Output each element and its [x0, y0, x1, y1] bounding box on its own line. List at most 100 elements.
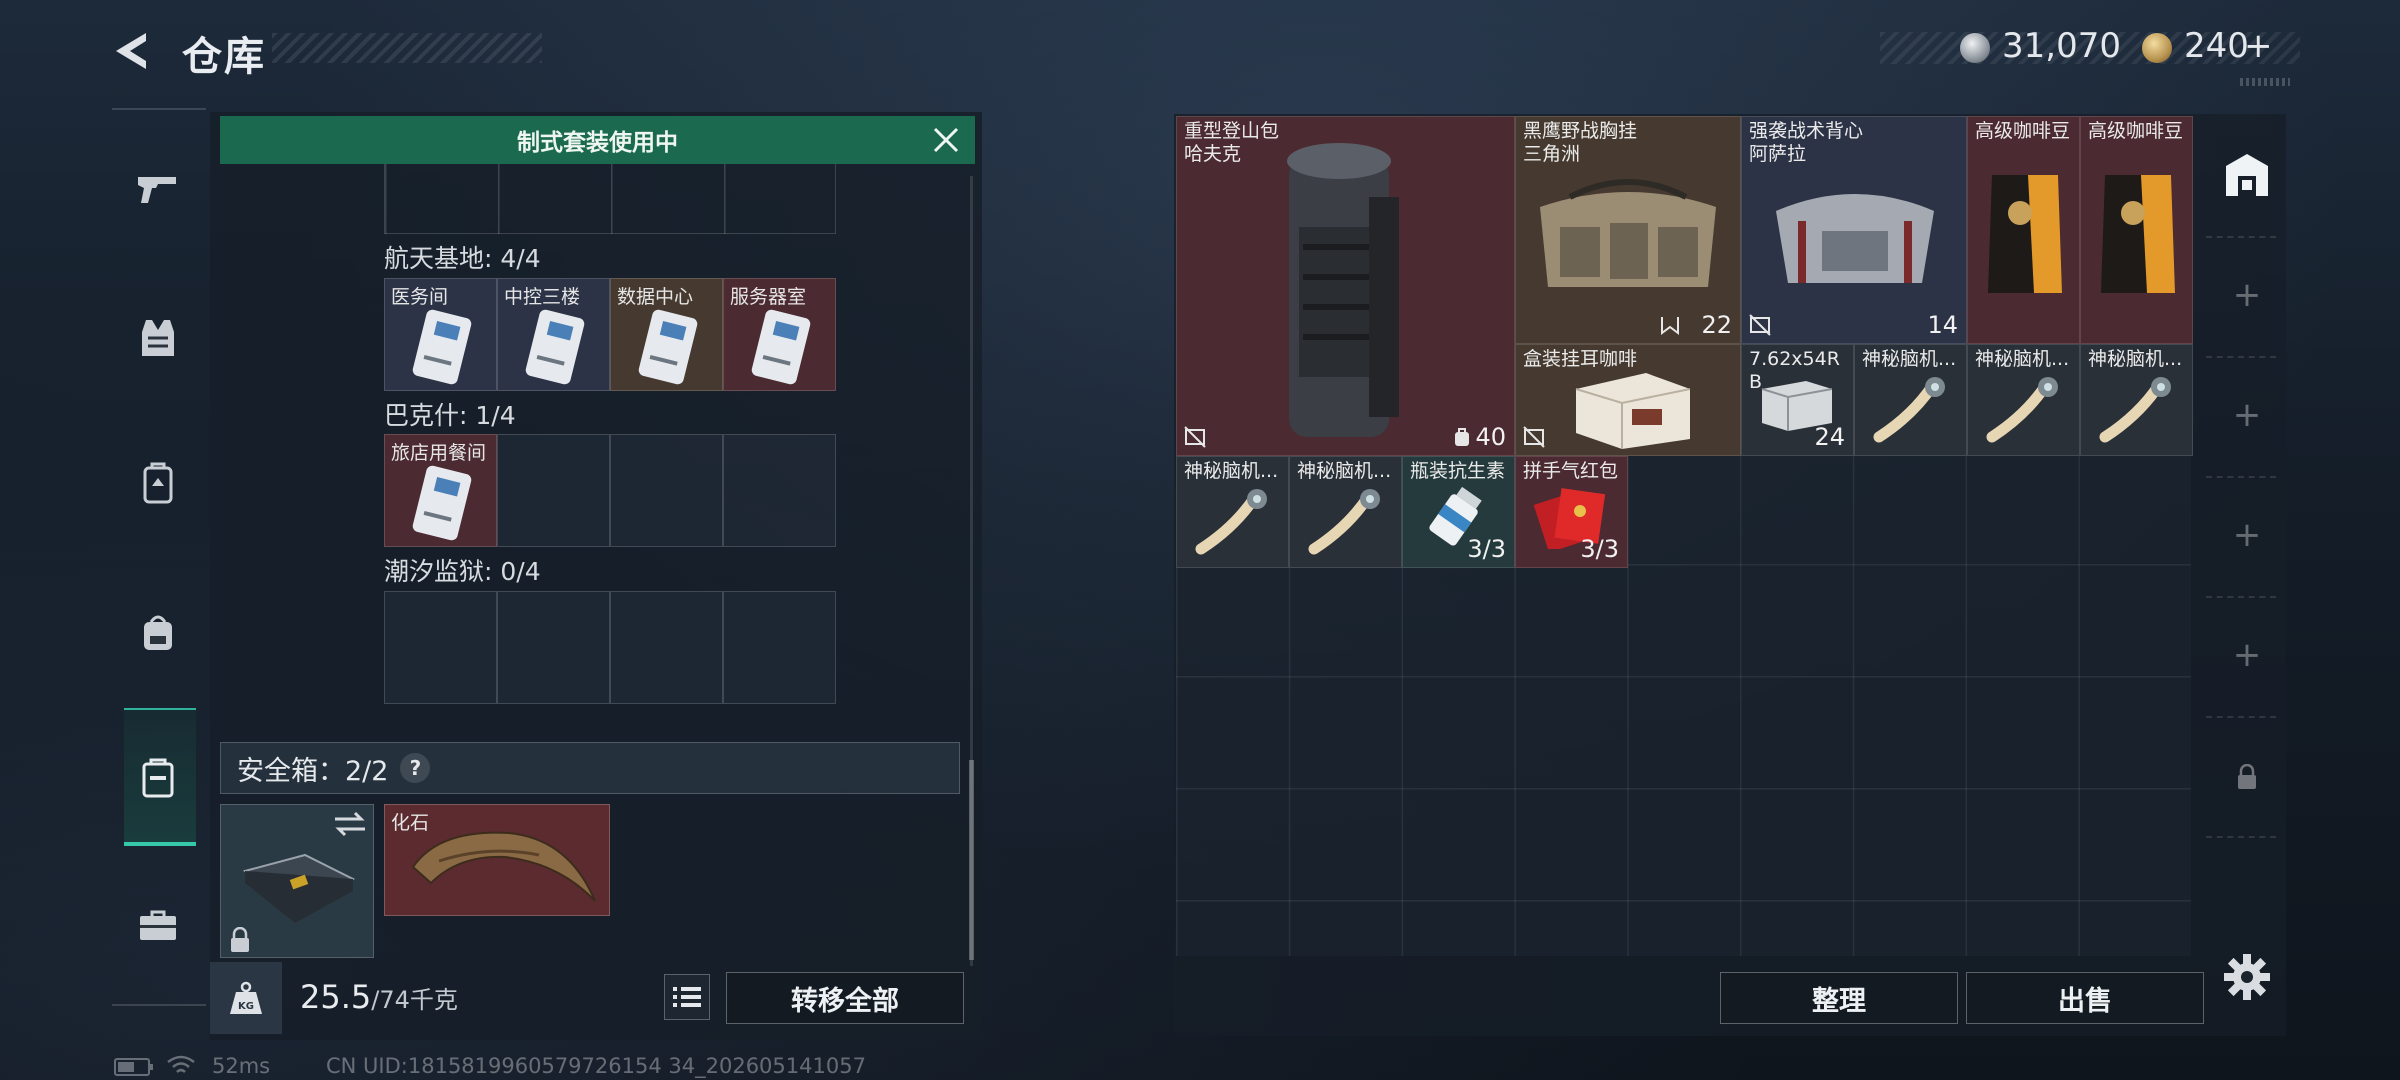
- key-slot[interactable]: 数据中心: [610, 278, 723, 391]
- list-icon: [673, 987, 701, 1007]
- empty-key-slot[interactable]: [610, 434, 723, 547]
- sell-button[interactable]: 出售: [1966, 972, 2204, 1024]
- neural-device-icon: [1873, 377, 1945, 443]
- keycard-icon: [751, 309, 811, 385]
- stash-item-coffee[interactable]: 高级咖啡豆: [1967, 116, 2080, 344]
- safebox-header: 安全箱：2/2 ?: [220, 742, 960, 794]
- empty-key-slot[interactable]: [610, 591, 723, 704]
- stash-item-neural[interactable]: 神秘脑机...: [1176, 456, 1289, 568]
- fossil-item[interactable]: 化石: [384, 804, 610, 916]
- stash-item-vest[interactable]: 强袭战术背心 阿萨拉 14: [1741, 116, 1967, 344]
- rail-divider: [2206, 836, 2276, 838]
- bag-tab[interactable]: [132, 606, 184, 658]
- stash-item-backpack[interactable]: 重型登山包 哈夫克 40: [1176, 116, 1515, 456]
- no-insure-icon: [1523, 426, 1545, 448]
- no-insure-icon: [1661, 317, 1679, 335]
- key-slot[interactable]: 旅店用餐间: [384, 434, 497, 547]
- coffee-bag-icon: [1988, 175, 2062, 293]
- add-gold-button[interactable]: +: [2244, 26, 2273, 66]
- carry-weight: 25.5/74千克: [300, 978, 458, 1016]
- silver-balance: 31,070: [2002, 26, 2121, 66]
- silver-coin-icon: [1960, 33, 1990, 63]
- rail-divider: [2206, 356, 2276, 358]
- lock-icon: [2238, 763, 2256, 789]
- list-view-button[interactable]: [664, 974, 710, 1020]
- add-stash-page-button[interactable]: +: [2230, 278, 2264, 312]
- sort-button[interactable]: 整理: [1720, 972, 1958, 1024]
- key-slot[interactable]: 医务间: [384, 278, 497, 391]
- rail-divider-bottom: [112, 1004, 206, 1006]
- chest-rig-icon: [1540, 179, 1716, 287]
- stash-item-neural[interactable]: 神秘脑机...: [1854, 344, 1967, 456]
- pistol-icon: [138, 177, 176, 203]
- uid-readout: CN UID:1815819960579726154 34_2026051410…: [326, 1054, 866, 1078]
- keycard-icon: [412, 465, 472, 541]
- stash-item-neural[interactable]: 神秘脑机...: [1967, 344, 2080, 456]
- stash-item-neural[interactable]: 神秘脑机...: [1289, 456, 1402, 568]
- add-stash-page-button[interactable]: +: [2230, 398, 2264, 432]
- safebox-label: 安全箱：2/2: [237, 755, 389, 787]
- toolbox-icon: [140, 910, 176, 940]
- stash-item-chest-rig[interactable]: 黑鹰野战胸挂 三角洲 22: [1515, 116, 1741, 344]
- add-stash-page-button[interactable]: +: [2230, 518, 2264, 552]
- neural-device-icon: [1986, 377, 2058, 443]
- weapon-tab[interactable]: [132, 162, 184, 214]
- battery-icon: [114, 1058, 153, 1076]
- ping-readout: 52ms: [212, 1054, 271, 1078]
- keycard-icon: [412, 309, 472, 385]
- empty-key-slot[interactable]: [723, 591, 836, 704]
- section-title: 航天基地: 4/4: [384, 244, 541, 273]
- empty-key-slot[interactable]: [384, 591, 497, 704]
- stash-item-red-envelope[interactable]: 拼手气红包 3/3: [1515, 456, 1628, 568]
- stash-home-tab[interactable]: [2222, 150, 2272, 202]
- heavy-backpack-icon: [1287, 143, 1399, 437]
- bag-icon: [144, 615, 172, 650]
- empty-key-slot[interactable]: [497, 591, 610, 704]
- wifi-icon: [167, 1055, 195, 1073]
- stash-item-neural[interactable]: 神秘脑机...: [2080, 344, 2193, 456]
- backpack-tab[interactable]: [132, 458, 184, 510]
- add-stash-page-button[interactable]: +: [2230, 638, 2264, 672]
- locked-stash-page[interactable]: [2236, 763, 2258, 790]
- neural-device-icon: [2099, 377, 2171, 443]
- key-slot[interactable]: 服务器室: [723, 278, 836, 391]
- no-insure-icon: [1749, 314, 1771, 336]
- fossil-claw-icon: [411, 831, 596, 902]
- key-grid-partial: [384, 164, 836, 234]
- safebox-tab-icon-wrap: [132, 752, 184, 804]
- empty-key-slot[interactable]: [723, 434, 836, 547]
- empty-key-slot[interactable]: [497, 434, 610, 547]
- neural-device-icon: [1195, 489, 1267, 555]
- safe-case-slot[interactable]: [220, 804, 374, 958]
- stash-item-antibiotic[interactable]: 瓶装抗生素 3/3: [1402, 456, 1515, 568]
- title-decoration: [272, 33, 542, 63]
- weight-icon-box: KG: [210, 962, 282, 1034]
- rail-divider: [2206, 476, 2276, 478]
- stash-item-ammo[interactable]: 7.62x54R B 24: [1741, 344, 1854, 456]
- section-title: 潮汐监狱: 0/4: [384, 557, 541, 586]
- gold-coin-icon: [2142, 33, 2172, 63]
- stash-item-coffee[interactable]: 高级咖啡豆: [2080, 116, 2193, 344]
- safe-case-icon: [242, 853, 356, 923]
- page-title: 仓库: [182, 34, 266, 80]
- rail-divider: [2206, 236, 2276, 238]
- decor-dots: [2240, 78, 2290, 86]
- transfer-all-button[interactable]: 转移全部: [726, 972, 964, 1024]
- back-arrow-icon[interactable]: [112, 30, 156, 72]
- stash-item-boxed-coffee[interactable]: 盒装挂耳咖啡: [1515, 344, 1741, 456]
- svg-text:KG: KG: [238, 1001, 254, 1012]
- key-slot[interactable]: 中控三楼: [497, 278, 610, 391]
- safebox-icon: [142, 758, 174, 798]
- scrollbar-thumb[interactable]: [969, 760, 974, 960]
- gold-balance: 240: [2184, 26, 2249, 66]
- stash-home-icon: [2226, 154, 2268, 196]
- toolbox-tab[interactable]: [132, 900, 184, 952]
- settings-gear-icon[interactable]: [2222, 952, 2272, 1002]
- help-icon[interactable]: ?: [400, 753, 431, 783]
- rail-divider: [112, 108, 206, 110]
- section-title: 巴克什: 1/4: [384, 401, 516, 430]
- close-icon[interactable]: [930, 124, 962, 156]
- neural-device-icon: [1308, 489, 1380, 555]
- vest-tab[interactable]: [132, 312, 184, 364]
- rail-divider: [2206, 596, 2276, 598]
